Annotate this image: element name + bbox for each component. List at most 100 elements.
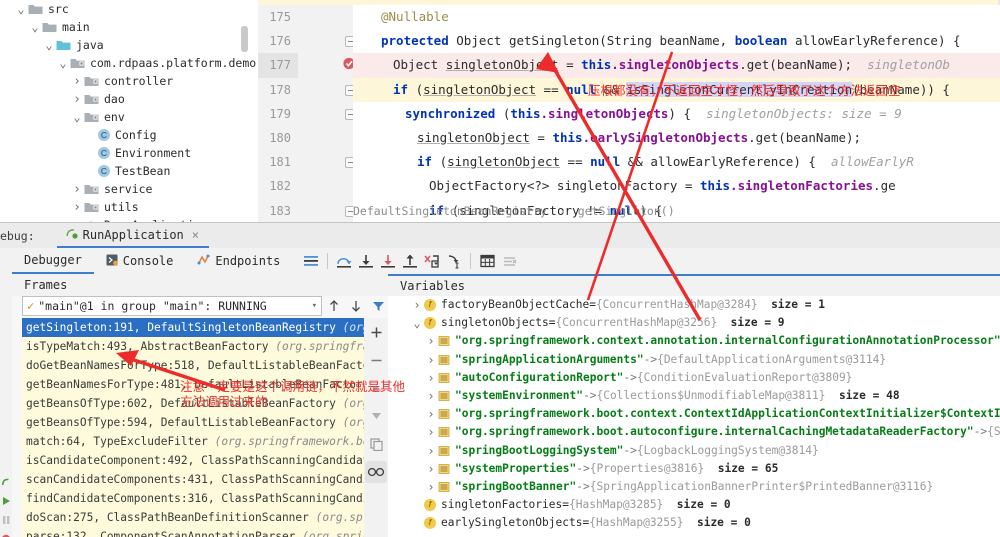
chevron-right-icon[interactable]: › [424,405,438,423]
gutter[interactable] [298,5,353,30]
watches-icon[interactable] [365,461,387,483]
code-line-182[interactable]: 182 ObjectFactory<?> singletonFactory = … [258,174,1000,199]
chevron-right-icon[interactable]: › [410,296,424,314]
tree-item-env[interactable]: ⌄ env [0,108,258,126]
gutter[interactable]: ? [298,53,357,78]
variable-row[interactable]: ⌄ f singletonObjects = {ConcurrentHashMap@… [388,314,1000,332]
frame-row[interactable]: getBeansOfType:602, DefaultListableBeanF… [22,394,364,413]
tab-endpoints[interactable]: Endpoints [185,248,292,274]
variables-list[interactable]: › f factoryBeanObjectCache = {ConcurrentHa… [388,296,1000,537]
frame-row[interactable]: isTypeMatch:493, AbstractBeanFactory (or… [22,337,364,356]
tree-item-config[interactable]: C Config [0,126,258,144]
run-configuration-tab[interactable]: RunApplication × [56,223,210,248]
down-triangle-icon[interactable] [365,405,387,427]
frame-row[interactable]: getBeansOfType:594, DefaultListableBeanF… [22,413,364,432]
chevron-right-icon[interactable]: › [424,369,438,387]
project-tree[interactable]: ⌄ src ⌄ main ⌄ java ⌄ com.rdpaas.platform.demo ›… [0,0,258,222]
frame-row[interactable]: parse:132, ComponentScanAnnotationParser… [22,527,364,537]
chevron-right-icon[interactable]: › [424,387,438,405]
chevron-down-icon[interactable]: ⌄ [410,314,424,332]
minus-icon[interactable] [365,349,387,371]
code-line-175[interactable]: 175 @Nullable [258,5,1000,30]
code-line-180[interactable]: 180 singletonObject = this.earlySingleto… [258,125,1000,151]
chevron-right-icon[interactable]: › [424,332,438,350]
drop-frame-icon[interactable] [421,250,443,272]
gutter[interactable] [298,150,356,175]
step-out-icon[interactable] [399,250,421,272]
variable-row[interactable]: › "systemEnvironment" -> {Collections$Unm… [388,387,1000,405]
chevron-down-icon[interactable]: ⌄ [70,111,84,123]
frame-row[interactable]: isCandidateComponent:492, ClassPathScann… [22,451,364,470]
frame-row[interactable]: getSingleton:191, DefaultSingletonBeanRe… [22,318,364,337]
frames-list[interactable]: getSingleton:191, DefaultSingletonBeanRe… [22,318,364,537]
up-arrow-icon[interactable] [324,295,344,317]
breadcrumb-method[interactable]: getSingleton() [578,204,675,218]
code-line-177[interactable]: 177 ? Object singletonObject = this.sing… [258,53,1000,78]
up-triangle-icon[interactable] [365,377,387,399]
close-icon[interactable]: × [192,228,199,242]
frame-row[interactable]: doGetBeanNamesForType:518, DefaultListab… [22,356,364,375]
gutter[interactable] [298,198,356,222]
gutter[interactable] [298,125,353,151]
plus-icon[interactable] [365,321,387,343]
chevron-right-icon[interactable]: › [70,92,84,107]
frame-row[interactable]: doScan:275, ClassPathBeanDefinitionScann… [22,508,364,527]
run-to-cursor-icon[interactable] [443,250,465,272]
chevron-right-icon[interactable]: › [424,351,438,369]
chevron-right-icon[interactable]: › [424,423,438,441]
tree-scrollbar[interactable] [241,26,248,52]
gutter[interactable] [298,29,356,54]
code-line-176[interactable]: 176 protected Object getSingleton(String… [258,29,1000,54]
gutter[interactable] [298,77,356,102]
chevron-right-icon[interactable]: › [424,478,438,496]
tree-item-utils[interactable]: › utils [0,198,258,216]
filter-icon[interactable] [368,295,388,317]
variable-row[interactable]: › "springBootLoggingSystem" -> {LogbackLo… [388,442,1000,460]
copy-icon[interactable] [365,433,387,455]
code-editor[interactable]: 175 @Nullable 176 protected Object getSi… [258,0,1000,222]
frame-row[interactable]: getBeanNamesForType:481, DefaultListable… [22,375,364,394]
chevron-down-icon[interactable]: ⌄ [14,3,28,15]
chevron-right-icon[interactable]: › [424,460,438,478]
breadcrumb[interactable]: DefaultSingletonBeanRegistry › getSingle… [353,204,675,218]
force-step-into-icon[interactable] [377,250,399,272]
breadcrumb-class[interactable]: DefaultSingletonBeanRegistry [353,204,547,218]
frame-row[interactable]: findCandidateComponents:316, ClassPathSc… [22,489,364,508]
code-line-178[interactable]: 178 if (singletonObject == null && isSin… [258,77,1000,102]
tree-item-src[interactable]: ⌄ src [0,0,258,18]
step-into-icon[interactable] [355,250,377,272]
thread-selector[interactable]: ✓ "main"@1 in group "main": RUNNING ▾ [22,296,322,316]
tab-console[interactable]: Console [94,248,186,274]
variable-row[interactable]: › "springApplicationArguments" -> {Defaul… [388,351,1000,369]
chevron-right-icon[interactable]: › [424,442,438,460]
variable-row[interactable]: › "org.springframework.boot.autoconfigure… [388,423,1000,441]
variable-row[interactable]: › "org.springframework.context.annotation… [388,332,1000,350]
pause-icon[interactable] [1,512,11,524]
variable-row[interactable]: › "springBootBanner" -> {SpringApplicatio… [388,478,1000,496]
chevron-down-icon[interactable]: ▾ [312,301,317,311]
tree-item-environment[interactable]: C Environment [0,144,258,162]
frame-row[interactable]: match:64, TypeExcludeFilter (org.springf… [22,432,364,451]
variable-row[interactable]: › "org.springframework.boot.context.Conte… [388,405,1000,423]
chevron-right-icon[interactable]: › [70,74,84,89]
step-over-icon[interactable] [333,250,355,272]
gutter[interactable] [298,101,356,126]
variable-row[interactable]: › "autoConfigurationReport" -> {Condition… [388,369,1000,387]
tree-item-com-rdpaas-platform-demo[interactable]: ⌄ com.rdpaas.platform.demo [0,54,258,72]
evaluate-expression-icon[interactable] [476,250,498,272]
chevron-down-icon[interactable]: ⌄ [42,39,56,51]
down-arrow-icon[interactable] [346,295,366,317]
chevron-down-icon[interactable]: ⌄ [28,21,42,33]
mute-breakpoints-icon[interactable] [498,250,520,272]
tab-debugger[interactable]: Debugger [12,248,94,274]
layout-settings-icon[interactable] [300,250,322,272]
chevron-right-icon[interactable]: › [70,200,84,215]
frame-row[interactable]: scanCandidateComponents:431, ClassPathSc… [22,470,364,489]
tree-item-service[interactable]: › service [0,180,258,198]
variable-row[interactable]: f singletonFactories = {HashMap@3285} siz… [388,496,1000,514]
variable-row[interactable]: › f factoryBeanObjectCache = {ConcurrentHa… [388,296,1000,314]
variable-row[interactable]: › "systemProperties" -> {Properties@3816}… [388,460,1000,478]
code-line-181[interactable]: 181 if (singletonObject == null && allow… [258,150,1000,175]
tree-item-java[interactable]: ⌄ java [0,36,258,54]
resume-icon[interactable] [1,493,11,505]
